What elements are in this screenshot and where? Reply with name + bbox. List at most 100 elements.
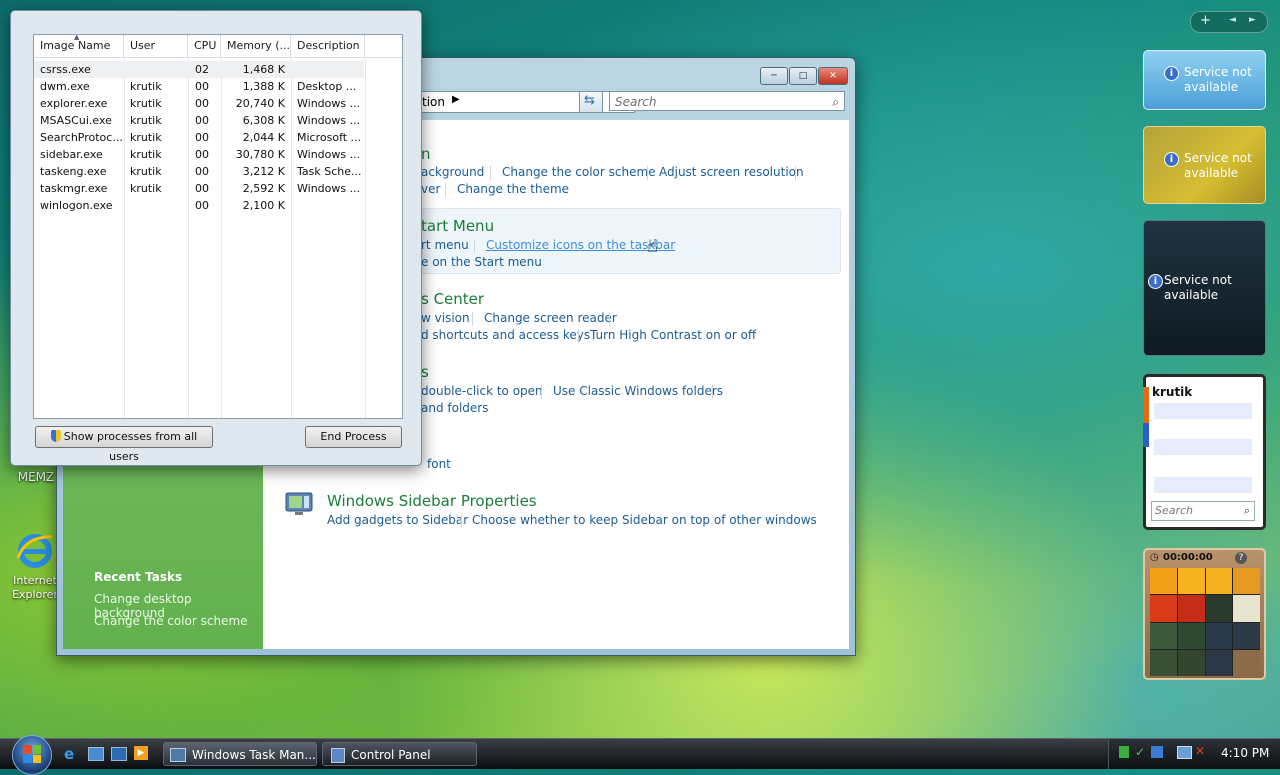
puzzle-tile[interactable] [1205,595,1233,622]
table-row[interactable]: MSASCui.exe krutik 00 6,308 K Windows ... [34,112,364,129]
tray-display-icon[interactable] [1177,746,1192,759]
link-customize-start-menu[interactable]: rt menu [421,238,469,252]
tray-volume-muted-icon[interactable]: ✕ [1195,744,1205,758]
link-add-gadgets[interactable]: Add gadgets to Sidebar [327,513,468,527]
puzzle-tile[interactable] [1177,595,1205,622]
puzzle-tile[interactable] [1233,622,1260,649]
link-hidden-files[interactable]: and folders [421,401,488,415]
puzzle-tile[interactable] [1233,649,1260,676]
weather-gadget[interactable]: i Service not available [1143,50,1266,110]
table-cell-user: krutik [130,80,162,93]
section-heading-sidebar-properties[interactable]: Windows Sidebar Properties [327,492,537,510]
table-row[interactable]: taskeng.exe krutik 00 3,212 K Task Sche... [34,163,364,180]
column-header-user-name[interactable]: User Name [124,35,188,74]
puzzle-tile[interactable] [1177,649,1205,676]
tray-security-icon[interactable] [1151,746,1163,758]
puzzle-tile[interactable] [1205,568,1233,595]
show-all-users-button[interactable]: Show processes from all users [35,426,213,463]
feed-headlines-gadget[interactable]: i Service not available [1143,220,1266,356]
recent-task-item[interactable]: Change the color scheme [94,614,248,628]
puzzle-grid[interactable] [1150,568,1260,676]
puzzle-tile[interactable] [1150,649,1177,676]
link-screen-reader[interactable]: Change screen reader [484,311,617,325]
process-list[interactable]: Image Name ▲ User Name CPU Memory (... D… [33,34,403,419]
link-low-vision[interactable]: w vision [421,311,470,325]
puzzle-tile[interactable] [1150,568,1177,595]
table-row[interactable]: dwm.exe krutik 00 1,388 K Desktop ... [34,78,364,95]
puzzle-tile[interactable] [1150,622,1177,649]
maximize-button[interactable]: □ [789,67,817,85]
link-desktop-background[interactable]: ackground [421,165,484,179]
table-cell-mem: 2,100 K [242,199,285,212]
link-color-scheme[interactable]: Change the color scheme [502,165,656,179]
quicklaunch-desktop-icon[interactable] [88,747,104,761]
desktop-icon-memz[interactable]: MEMZ [14,470,58,484]
table-row[interactable]: explorer.exe krutik 00 20,740 K Windows ... [34,95,364,112]
column-header-cpu[interactable]: CPU [188,35,221,57]
link-shortcuts-access-keys[interactable]: d shortcuts and access keys [421,328,590,342]
puzzle-help-button[interactable]: ? [1235,552,1247,564]
stocks-message: i Service not available [1164,151,1256,181]
column-header-memory[interactable]: Memory (... [221,35,291,57]
taskbar-button-task-manager[interactable]: Windows Task Man... [163,742,317,766]
link-classic-folders[interactable]: Use Classic Windows folders [553,384,723,398]
table-cell-user: krutik [130,165,162,178]
table-cell-name: explorer.exe [40,97,108,110]
tray-defender-icon[interactable]: ✓ [1135,745,1145,759]
quicklaunch-media-player-icon[interactable]: ▶ [134,746,148,760]
puzzle-tile[interactable] [1177,622,1205,649]
prev-gadget-button[interactable]: ◄ [1229,15,1236,25]
quicklaunch-ie-icon[interactable]: e [64,745,74,763]
uac-shield-icon [50,430,61,442]
link-screen-saver[interactable]: ver [421,182,440,196]
section-heading-folder-options[interactable]: s [421,363,429,381]
link-high-contrast[interactable]: Turn High Contrast on or off [590,328,756,342]
close-button[interactable]: ✕ [818,67,848,85]
section-heading-taskbar-start-menu[interactable]: tart Menu [421,217,494,235]
table-row[interactable]: SearchProtoc... krutik 00 2,044 K Microsoft … [34,129,364,146]
separator [647,166,648,180]
taskbar-clock[interactable]: 4:10 PM [1221,746,1269,760]
puzzle-tile[interactable] [1205,622,1233,649]
link-start-menu-programs[interactable]: e on the Start menu [421,255,542,269]
table-cell-user: krutik [130,182,162,195]
separator [445,183,446,197]
contacts-search-input[interactable]: Search ⌕ [1151,501,1255,521]
table-row[interactable]: csrss.exe 02 1,468 K [34,61,364,78]
start-button[interactable] [12,735,52,775]
link-double-click[interactable]: double-click to open [421,384,543,398]
link-sidebar-on-top[interactable]: Choose whether to keep Sidebar on top of… [472,513,817,527]
desktop-icon-internet-explorer[interactable]: Internet Explorer [10,532,60,602]
puzzle-tile[interactable] [1205,649,1233,676]
stocks-gadget[interactable]: i Service not available [1143,126,1266,204]
link-change-theme[interactable]: Change the theme [457,182,569,196]
taskbar-button-control-panel[interactable]: Control Panel [322,742,477,766]
next-gadget-button[interactable]: ► [1249,15,1256,25]
puzzle-timer: 00:00:00 [1163,552,1213,563]
section-heading-ease-of-access[interactable]: s Center [421,290,484,308]
section-heading-personalization[interactable]: n [421,145,431,163]
tray-network-icon[interactable] [1119,746,1129,758]
search-input[interactable]: Search ⌕ [609,91,845,111]
separator [474,239,475,253]
puzzle-tile[interactable] [1177,568,1205,595]
refresh-button[interactable]: ⇆ [579,91,603,113]
contacts-gadget[interactable]: krutik Search ⌕ [1143,374,1266,530]
column-header-description[interactable]: Description [291,35,365,57]
table-row[interactable]: sidebar.exe krutik 00 30,780 K Windows ... [34,146,364,163]
table-row[interactable]: taskmgr.exe krutik 00 2,592 K Windows ... [34,180,364,197]
puzzle-tile[interactable] [1233,595,1260,622]
puzzle-tile[interactable] [1233,568,1260,595]
puzzle-tile[interactable] [1150,595,1177,622]
link-screen-resolution[interactable]: Adjust screen resolution [659,165,804,179]
quicklaunch-switch-windows-icon[interactable] [111,747,127,761]
minimize-button[interactable]: ─ [760,67,788,85]
contact-name: krutik [1152,385,1193,399]
feed-message: i Service not available [1148,273,1258,303]
table-row[interactable]: winlogon.exe 00 2,100 K [34,197,364,214]
link-install-font[interactable]: font [427,457,451,471]
picture-puzzle-gadget[interactable]: ◷ 00:00:00 ? [1143,548,1266,680]
add-gadget-button[interactable]: + [1200,13,1211,28]
table-cell-name: taskeng.exe [40,165,107,178]
end-process-button[interactable]: End Process [305,426,402,448]
